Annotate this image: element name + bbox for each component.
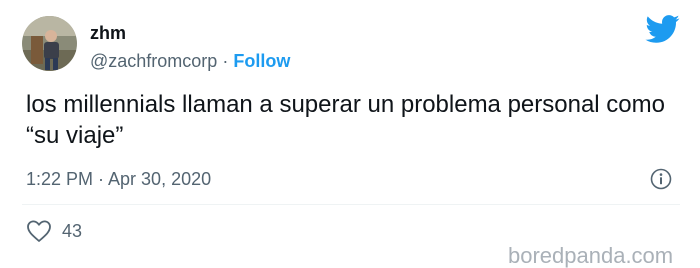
display-name[interactable]: zhm [90, 22, 126, 44]
heart-icon[interactable] [26, 219, 52, 243]
user-handle[interactable]: @zachfromcorp [90, 51, 217, 71]
handle-row: @zachfromcorp · Follow [90, 49, 290, 73]
like-count: 43 [62, 221, 83, 241]
info-icon[interactable] [650, 168, 672, 190]
watermark: boredpanda.com [508, 243, 674, 268]
handle-separator: · [222, 51, 229, 71]
follow-button[interactable]: Follow [233, 51, 290, 71]
tweet-timestamp[interactable]: 1:22 PM · Apr 30, 2020 [26, 167, 211, 191]
twitter-bird-icon[interactable] [644, 14, 680, 44]
avatar[interactable] [22, 16, 77, 71]
divider [22, 204, 680, 205]
avatar-image [22, 16, 77, 71]
tweet-card: zhm @zachfromcorp · Follow los millennia… [0, 0, 700, 268]
tweet-text: los millennials llaman a superar un prob… [26, 91, 665, 149]
